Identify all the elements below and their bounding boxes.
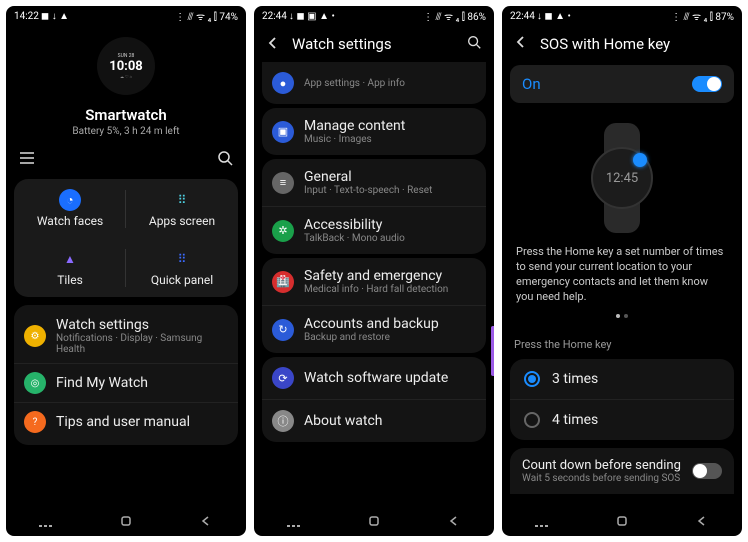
item-safety-emergency[interactable]: 🏥 Safety and emergency Medical info · Ha… (262, 258, 486, 305)
recents-button[interactable] (285, 514, 303, 528)
watchface-preview[interactable]: SUN 28 10:08 ☁ ♡ ⌂ Smartwatch Battery 5%… (6, 26, 246, 141)
recents-button[interactable] (37, 514, 55, 528)
android-nav-bar (254, 506, 494, 536)
watchface-time: 10:08 (109, 59, 143, 74)
dot-inactive (624, 314, 628, 318)
android-nav-bar (502, 506, 742, 536)
status-left-icons: ↓ ◼ ▲ • (537, 11, 571, 22)
emergency-icon: 🏥 (272, 271, 294, 293)
grid-apps-screen[interactable]: ⠿ Apps screen (126, 179, 238, 238)
menu-icon[interactable] (18, 149, 36, 167)
watch-faces-icon: ◔ (59, 189, 81, 211)
item-manage-content[interactable]: ▣ Manage content Music · Images (262, 108, 486, 155)
back-button[interactable] (693, 514, 711, 528)
page-title: SOS with Home key (540, 35, 730, 53)
device-battery: Battery 5%, 3 h 24 m left (72, 126, 179, 137)
back-icon[interactable] (514, 34, 528, 53)
locate-icon: ◎ (24, 372, 46, 394)
radio-4-times[interactable]: 4 times (510, 399, 734, 440)
accessibility-icon: ✲ (272, 220, 294, 242)
back-icon[interactable] (266, 35, 280, 54)
status-bar: 22:44 ↓ ◼ ▣ ▲ • ⋮ ⫻ ᯤ ₄ ⫿ 86% (254, 6, 494, 26)
status-right-icons: ⋮ ⫻ ᯤ ₄ ⫿ 87% (671, 9, 734, 23)
sos-toggle-row[interactable]: On (510, 65, 734, 103)
recents-button[interactable] (533, 514, 551, 528)
edge-panel-handle[interactable] (491, 326, 494, 376)
grid-watch-faces[interactable]: ◔ Watch faces (14, 179, 126, 238)
radio-unchecked-icon (524, 412, 540, 428)
grid-quick-panel[interactable]: ⠿ Quick panel (126, 238, 238, 297)
countdown-sub: Wait 5 seconds before sending SOS (522, 473, 684, 484)
countdown-title: Count down before sending (522, 458, 684, 473)
page-title: Watch settings (292, 35, 454, 53)
item-accessibility[interactable]: ✲ Accessibility TalkBack · Mono audio (262, 206, 486, 254)
quick-panel-icon: ⠿ (171, 248, 193, 270)
update-icon: ⟳ (272, 367, 294, 389)
home-button[interactable] (365, 514, 383, 528)
android-nav-bar (6, 506, 246, 536)
home-button[interactable] (613, 514, 631, 528)
toggle-switch-on[interactable] (692, 76, 722, 92)
sos-illustration: 12:45 Press the Home key a set number of… (502, 107, 742, 334)
item-accounts-backup[interactable]: ↻ Accounts and backup Backup and restore (262, 305, 486, 353)
item-app-settings[interactable]: ● App settings · App info (262, 62, 486, 104)
status-time: 22:44 (510, 11, 535, 22)
status-time: 14:22 (14, 11, 39, 22)
content-icon: ▣ (272, 121, 294, 143)
phone-screen-1: 14:22 ◼ ↓ ▲ ⋮ ⫻ ᯤ ₄ ⫿ 74% SUN 28 10:08 ☁… (6, 6, 246, 536)
status-time: 22:44 (262, 11, 287, 22)
radio-3-times[interactable]: 3 times (510, 359, 734, 399)
status-bar: 14:22 ◼ ↓ ▲ ⋮ ⫻ ᯤ ₄ ⫿ 74% (6, 6, 246, 26)
watchface-extras: ☁ ♡ ⌂ (109, 74, 143, 79)
sos-description: Press the Home key a set number of times… (516, 241, 728, 312)
phone-screen-3: 22:44 ↓ ◼ ▲ • ⋮ ⫻ ᯤ ₄ ⫿ 87% SOS with Hom… (502, 6, 742, 536)
item-software-update[interactable]: ⟳ Watch software update (262, 357, 486, 399)
status-left-icons: ◼ ↓ ▲ (41, 11, 69, 22)
device-name: Smartwatch (85, 106, 166, 124)
apps-screen-icon: ⠿ (171, 189, 193, 211)
info-icon: ⓘ (272, 410, 294, 432)
section-label: Press the Home key (502, 334, 742, 355)
settings-scroll[interactable]: ● App settings · App info ▣ Manage conte… (254, 62, 494, 506)
search-icon[interactable] (216, 149, 234, 167)
help-icon: ? (24, 411, 46, 433)
radio-checked-icon (524, 371, 540, 387)
backup-icon: ↻ (272, 319, 294, 341)
header-bar: Watch settings (254, 26, 494, 62)
row-watch-settings[interactable]: ⚙ Watch settings Notifications · Display… (14, 309, 238, 363)
status-right-icons: ⋮ ⫻ ᯤ ₄ ⫿ 86% (423, 9, 486, 23)
home-key-highlight-icon (633, 153, 647, 167)
apps-icon: ● (272, 72, 294, 94)
toggle-label: On (522, 75, 541, 93)
item-general[interactable]: ≡ General Input · Text-to-speech · Reset (262, 159, 486, 206)
countdown-toggle-off[interactable] (692, 463, 722, 479)
press-count-radio-group: 3 times 4 times (510, 359, 734, 440)
illus-time: 12:45 (606, 171, 638, 186)
back-button[interactable] (197, 514, 215, 528)
home-button[interactable] (117, 514, 135, 528)
general-icon: ≡ (272, 172, 294, 194)
row-find-my-watch[interactable]: ◎ Find My Watch (14, 363, 238, 402)
phone-screen-2: 22:44 ↓ ◼ ▣ ▲ • ⋮ ⫻ ᯤ ₄ ⫿ 86% Watch sett… (254, 6, 494, 536)
gear-icon: ⚙ (24, 325, 46, 347)
tiles-icon: ▲ (59, 248, 81, 270)
page-indicator (616, 312, 628, 326)
dot-active (616, 314, 620, 318)
quick-grid: ◔ Watch faces ⠿ Apps screen ▲ Tiles ⠿ Qu… (14, 179, 238, 297)
status-left-icons: ↓ ◼ ▣ ▲ • (289, 11, 335, 22)
settings-list: ⚙ Watch settings Notifications · Display… (14, 305, 238, 445)
header-bar: SOS with Home key (502, 26, 742, 61)
status-bar: 22:44 ↓ ◼ ▲ • ⋮ ⫻ ᯤ ₄ ⫿ 87% (502, 6, 742, 26)
search-icon[interactable] (466, 34, 482, 54)
item-about-watch[interactable]: ⓘ About watch (262, 399, 486, 442)
countdown-row[interactable]: Count down before sending Wait 5 seconds… (510, 448, 734, 494)
row-tips-manual[interactable]: ? Tips and user manual (14, 402, 238, 441)
status-right-icons: ⋮ ⫻ ᯤ ₄ ⫿ 74% (175, 9, 238, 23)
back-button[interactable] (445, 514, 463, 528)
grid-tiles[interactable]: ▲ Tiles (14, 238, 126, 297)
